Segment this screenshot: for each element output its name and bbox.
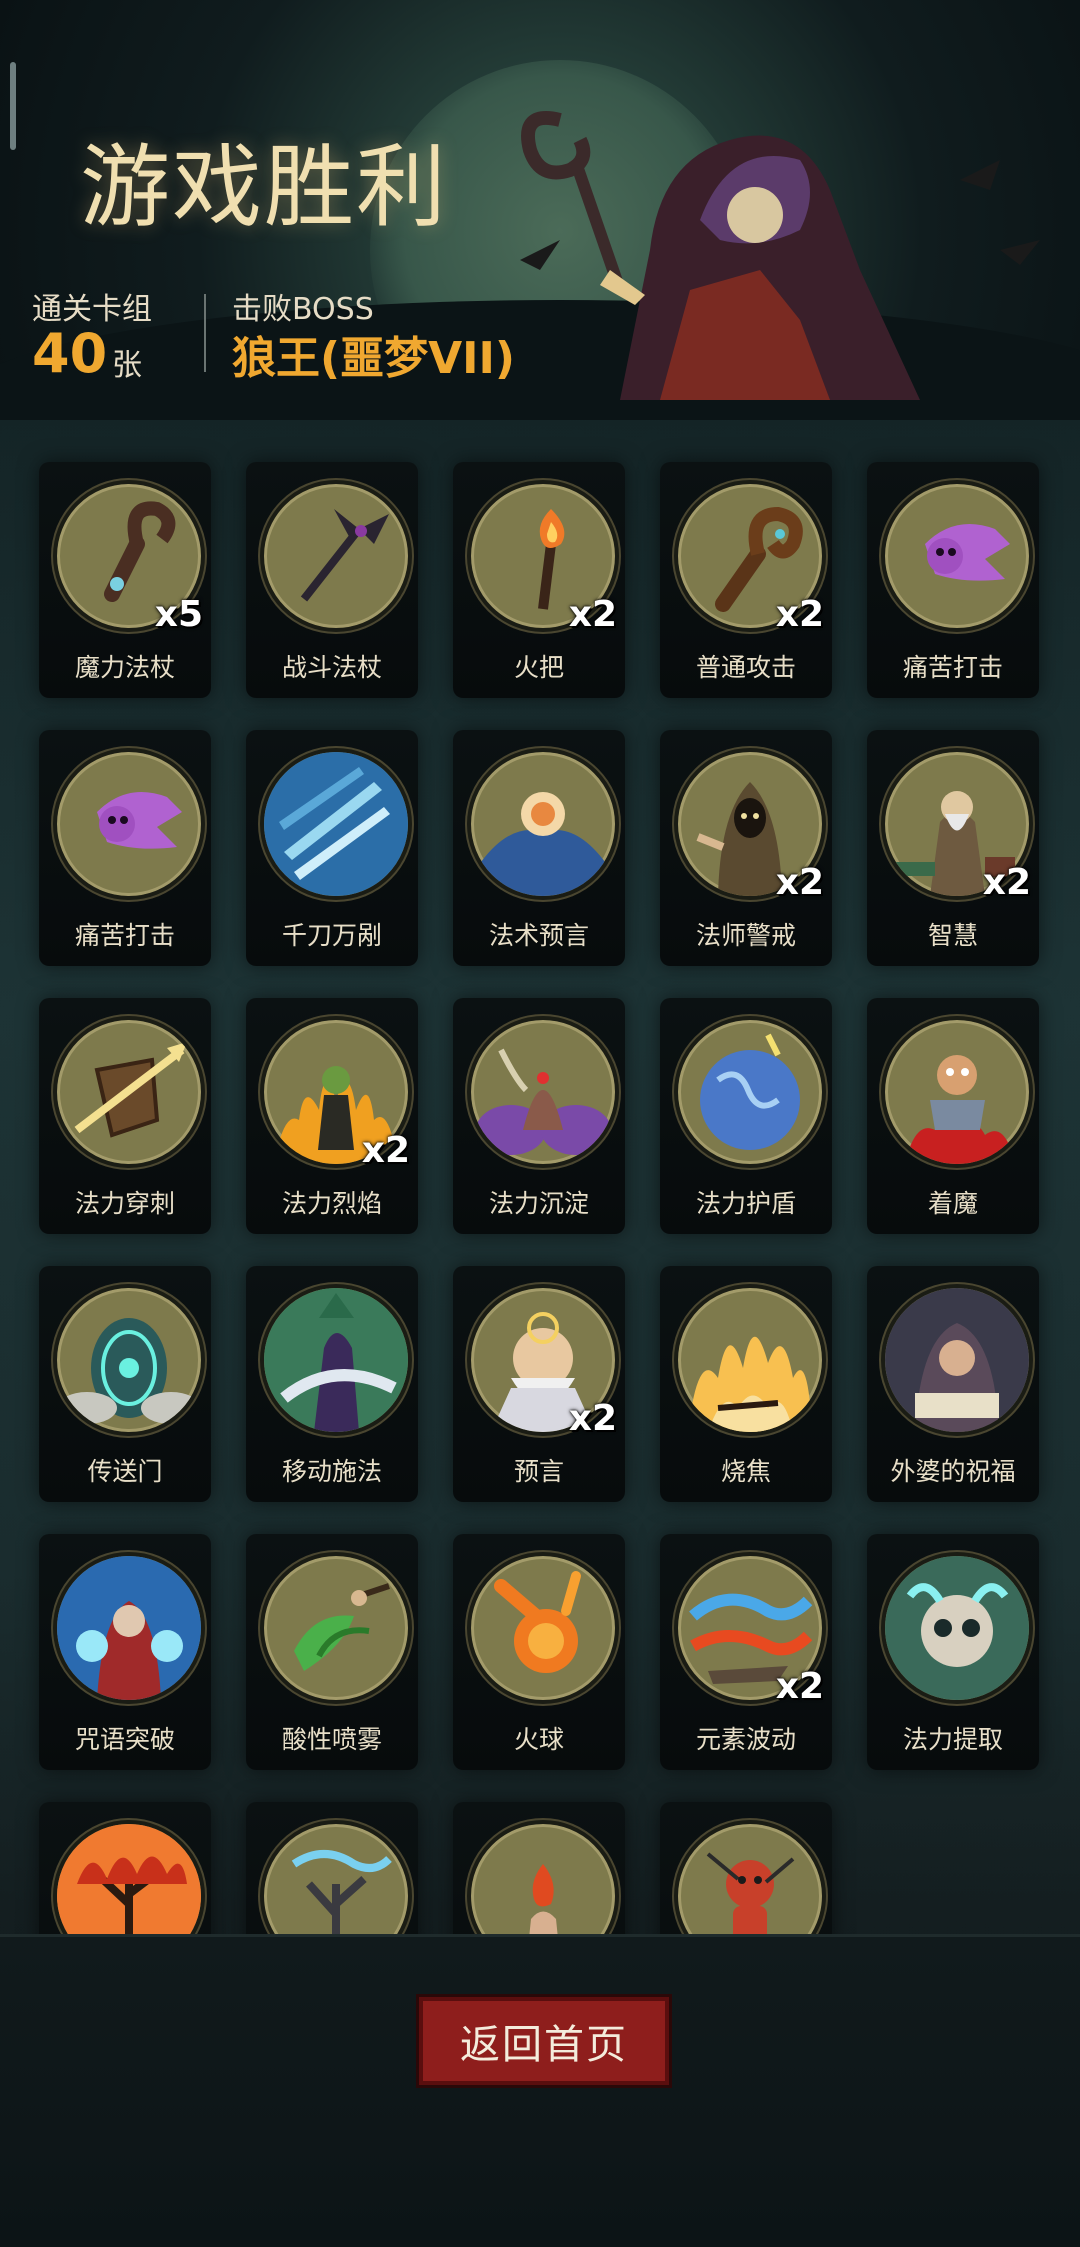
card-name: 法力护盾 (695, 1189, 796, 1218)
deck-card[interactable]: 法力护盾 (660, 998, 832, 1234)
card-name: 移动施法 (281, 1457, 382, 1486)
card-name: 着魔 (927, 1189, 978, 1218)
burning-tree-icon (53, 1820, 205, 1934)
deck-card[interactable]: 千刀万剐 (246, 730, 418, 966)
card-name: 元素波动 (695, 1725, 796, 1754)
deck-card[interactable] (39, 1802, 211, 1934)
deck-card[interactable]: 战斗法杖 (246, 462, 418, 698)
card-count-badge: x2 (568, 594, 617, 635)
storm-tree-icon (260, 1820, 412, 1934)
card-count-badge: x2 (982, 862, 1031, 903)
witch-illustration (520, 111, 1040, 400)
skull-icon (881, 1552, 1033, 1704)
card-name: 普通攻击 (695, 653, 796, 682)
card-count-badge: x2 (775, 1666, 824, 1707)
card-name: 战斗法杖 (281, 653, 382, 682)
scroll-indicator (10, 62, 16, 150)
card-name: 法师警戒 (695, 921, 796, 950)
card-name: 烧焦 (720, 1457, 771, 1486)
card-name: 痛苦打击 (902, 653, 1003, 682)
deck-card[interactable] (246, 1802, 418, 1934)
deck-card[interactable]: x2 法师警戒 (660, 730, 832, 966)
deck-card[interactable]: 外婆的祝福 (867, 1266, 1039, 1502)
card-name: 预言 (513, 1457, 564, 1486)
card-name: 外婆的祝福 (890, 1457, 1016, 1486)
mana-shield-icon (674, 1016, 826, 1168)
shield-pierce-icon (53, 1016, 205, 1168)
deck-card[interactable]: 痛苦打击 (39, 730, 211, 966)
card-name: 咒语突破 (74, 1725, 175, 1754)
card-name: 智慧 (927, 921, 978, 950)
deck-card[interactable]: 火球 (453, 1534, 625, 1770)
deck-card[interactable]: 酸性喷雾 (246, 1534, 418, 1770)
spell-break-icon (53, 1552, 205, 1704)
cleared-deck-unit: 张 (112, 348, 142, 383)
acid-spray-icon (260, 1552, 412, 1704)
voodoo-doll-icon (674, 1820, 826, 1934)
deck-card[interactable]: 烧焦 (660, 1266, 832, 1502)
deck-card[interactable]: 法力沉淀 (453, 998, 625, 1234)
blades-icon (260, 748, 412, 900)
fireball-icon (467, 1552, 619, 1704)
card-count-badge: x5 (154, 594, 203, 635)
boss-name: 狼王(噩梦VII) (232, 333, 516, 384)
victory-title: 游戏胜利 (80, 135, 448, 240)
return-home-button[interactable]: 返回首页 (419, 1997, 669, 2085)
deck-card[interactable]: 法力穿刺 (39, 998, 211, 1234)
deck-card[interactable]: 移动施法 (246, 1266, 418, 1502)
possessed-icon (881, 1016, 1033, 1168)
card-count-badge: x2 (775, 594, 824, 635)
scorch-icon (674, 1284, 826, 1436)
deck-card[interactable]: 着魔 (867, 998, 1039, 1234)
moving-cast-icon (260, 1284, 412, 1436)
card-name: 法力提取 (902, 1725, 1003, 1754)
deck-card[interactable]: x2 预言 (453, 1266, 625, 1502)
deck-card[interactable]: x2 火把 (453, 462, 625, 698)
deck-card[interactable]: 法力提取 (867, 1534, 1039, 1770)
card-name: 千刀万剐 (281, 921, 382, 950)
card-name: 法力烈焰 (281, 1189, 382, 1218)
portal-icon (53, 1284, 205, 1436)
deck-card[interactable]: x2 法力烈焰 (246, 998, 418, 1234)
victory-header: 游戏胜利 通关卡组 40 张 击败BOSS 狼王(噩梦VII) (0, 0, 1080, 420)
pain-strike-icon (881, 480, 1033, 632)
pain-strike-icon (53, 748, 205, 900)
footer-bar: 返回首页 (0, 1934, 1080, 2247)
card-name: 法术预言 (488, 921, 589, 950)
deck-card[interactable]: x2 智慧 (867, 730, 1039, 966)
grandma-icon (881, 1284, 1033, 1436)
deck-card[interactable]: x5 魔力法杖 (39, 462, 211, 698)
card-name: 火把 (513, 653, 564, 682)
orb-prophecy-icon (467, 748, 619, 900)
deck-card[interactable]: 传送门 (39, 1266, 211, 1502)
card-name: 法力沉淀 (488, 1189, 589, 1218)
deck-card[interactable]: x2 普通攻击 (660, 462, 832, 698)
card-count-badge: x2 (775, 862, 824, 903)
card-count-badge: x2 (568, 1398, 617, 1439)
stat-divider (204, 294, 206, 372)
card-name: 魔力法杖 (74, 653, 175, 682)
fire-hand-icon (467, 1820, 619, 1934)
deck-card[interactable]: 咒语突破 (39, 1534, 211, 1770)
deck-card[interactable] (660, 1802, 832, 1934)
deck-card[interactable]: 痛苦打击 (867, 462, 1039, 698)
card-name: 传送门 (87, 1457, 163, 1486)
card-name: 酸性喷雾 (281, 1725, 382, 1754)
cleared-deck-count: 40 (32, 322, 108, 385)
battle-staff-icon (260, 480, 412, 632)
deck-card[interactable]: 法术预言 (453, 730, 625, 966)
deck-card[interactable]: x2 元素波动 (660, 1534, 832, 1770)
card-name: 痛苦打击 (74, 921, 175, 950)
card-name: 法力穿刺 (74, 1189, 175, 1218)
deck-card-grid: x5 魔力法杖 战斗法杖 x2 火把 x2 普通攻击 痛苦打击 痛苦打击 千刀万剐 法术预言 x2 法师… (0, 420, 1080, 1934)
card-name: 火球 (513, 1725, 564, 1754)
purple-mist-icon (467, 1016, 619, 1168)
card-count-badge: x2 (361, 1130, 410, 1171)
deck-card[interactable] (453, 1802, 625, 1934)
